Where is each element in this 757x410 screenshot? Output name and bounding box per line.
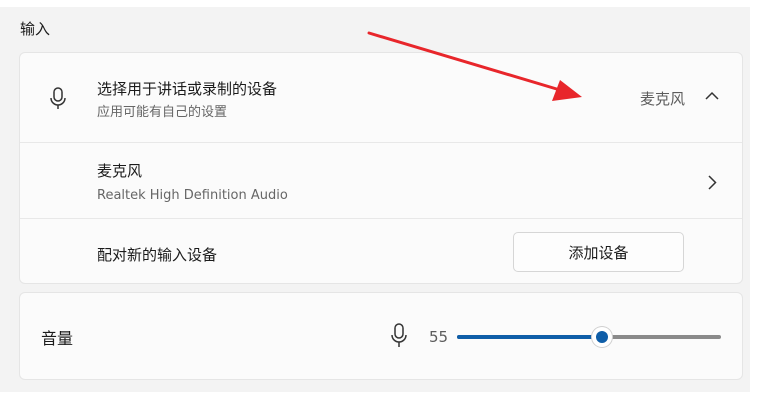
- pair-device-row: 配对新的输入设备 添加设备: [20, 218, 742, 284]
- volume-slider-thumb-dot: [596, 331, 609, 343]
- volume-label: 音量: [41, 329, 74, 348]
- device-select-subtitle: 应用可能有自己的设置: [97, 105, 228, 120]
- top-border: [0, 0, 757, 7]
- volume-slider-fill: [457, 335, 603, 339]
- bottom-border: [0, 392, 757, 410]
- selected-device-value: 麦克风: [639, 90, 685, 108]
- device-select-row[interactable]: 选择用于讲话或录制的设备 应用可能有自己的设置 麦克风: [20, 53, 742, 142]
- device-name: 麦克风: [97, 162, 143, 180]
- microphone-icon: [50, 87, 66, 109]
- volume-card: 音量 55: [19, 292, 743, 380]
- microphone-icon: [391, 323, 407, 347]
- chevron-up-icon[interactable]: [705, 91, 719, 101]
- volume-slider[interactable]: [457, 327, 721, 347]
- input-devices-card: 选择用于讲话或录制的设备 应用可能有自己的设置 麦克风 麦克风 Realtek …: [19, 52, 743, 284]
- volume-slider-thumb[interactable]: [592, 327, 613, 347]
- volume-value: 55: [429, 328, 449, 346]
- chevron-right-icon[interactable]: [708, 175, 717, 190]
- device-description: Realtek High Definition Audio: [97, 188, 288, 203]
- device-select-title: 选择用于讲话或录制的设备: [97, 80, 278, 98]
- device-list-item[interactable]: 麦克风 Realtek High Definition Audio: [20, 142, 742, 218]
- pair-device-label: 配对新的输入设备: [97, 246, 218, 264]
- right-border: [750, 0, 757, 410]
- add-device-button[interactable]: 添加设备: [513, 232, 684, 272]
- section-title: 输入: [20, 20, 51, 38]
